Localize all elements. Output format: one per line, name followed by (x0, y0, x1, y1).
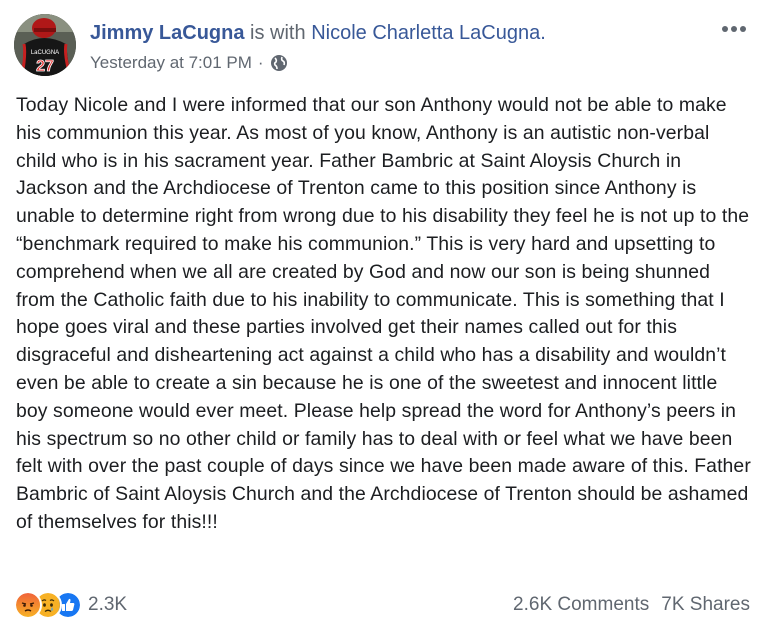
avatar-image: LaCUGNA 27 (14, 14, 76, 76)
more-options-icon[interactable] (720, 22, 748, 36)
with-text: is with (250, 22, 306, 44)
facebook-post: LaCUGNA 27 Jimmy LaCugna is with Nicole … (0, 0, 762, 628)
jersey-number: 27 (36, 58, 54, 75)
post-body-text: Today Nicole and I were informed that ou… (16, 94, 751, 533)
post-footer: 2.3K 2.6K Comments 7K Shares (14, 588, 750, 622)
post-title-line: Jimmy LaCugna is with Nicole Charletta L… (90, 20, 690, 46)
separator-dot: · (257, 53, 264, 72)
tagged-person-link[interactable]: Nicole Charletta LaCugna. (311, 22, 546, 44)
post-header: LaCUGNA 27 Jimmy LaCugna is with Nicole … (14, 14, 750, 78)
author-name-link[interactable]: Jimmy LaCugna (90, 22, 244, 44)
reaction-count: 2.3K (88, 594, 128, 615)
avatar[interactable]: LaCUGNA 27 (14, 14, 76, 76)
jersey-name: LaCUGNA (31, 50, 59, 56)
reactions-summary[interactable]: 2.3K (14, 591, 127, 619)
comments-count-link[interactable]: 2.6K Comments (513, 594, 649, 616)
globe-icon[interactable] (270, 54, 288, 72)
shares-count-link[interactable]: 7K Shares (661, 594, 750, 616)
angry-reaction-icon (14, 591, 42, 619)
post-meta: Jimmy LaCugna is with Nicole Charletta L… (90, 20, 690, 74)
post-timestamp[interactable]: Yesterday at 7:01 PM (90, 52, 252, 74)
post-subline: Yesterday at 7:01 PM · (90, 52, 690, 74)
engagement-stats: 2.6K Comments 7K Shares (513, 594, 750, 616)
